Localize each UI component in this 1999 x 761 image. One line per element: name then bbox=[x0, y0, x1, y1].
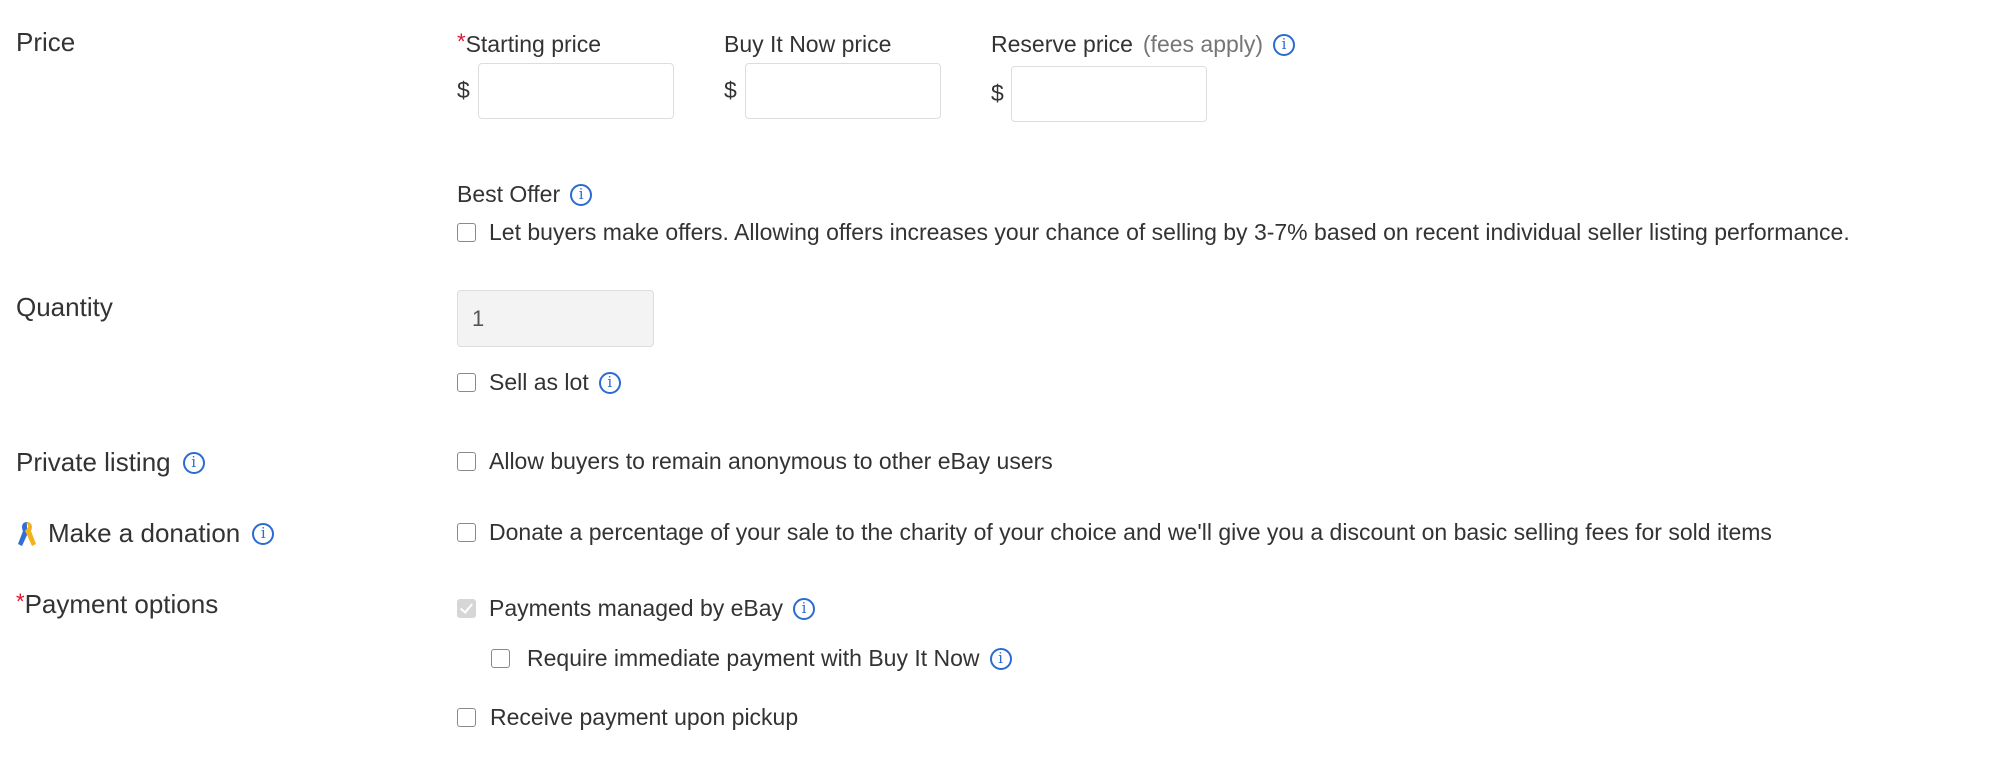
best-offer-label-text: Best Offer bbox=[457, 181, 561, 207]
info-icon[interactable]: i bbox=[182, 451, 205, 474]
info-icon[interactable]: i bbox=[989, 647, 1012, 670]
info-icon[interactable]: i bbox=[1273, 33, 1296, 56]
donation-row[interactable]: Donate a percentage of your sale to the … bbox=[457, 519, 1772, 546]
private-listing-label-text: Private listing bbox=[16, 447, 171, 477]
donation-label-text: Make a donation bbox=[48, 518, 241, 548]
best-offer-checkbox-label: Let buyers make offers. Allowing offers … bbox=[489, 219, 1850, 245]
best-offer-label: Best Offer i bbox=[457, 181, 593, 208]
starting-price-currency: $ bbox=[457, 77, 470, 103]
private-listing-row[interactable]: Allow buyers to remain anonymous to othe… bbox=[457, 448, 1053, 475]
quantity-input[interactable] bbox=[457, 290, 654, 347]
receive-payment-pickup-row[interactable]: Receive payment upon pickup bbox=[457, 704, 798, 731]
best-offer-checkbox-row[interactable]: Let buyers make offers. Allowing offers … bbox=[457, 219, 1850, 246]
required-marker: * bbox=[457, 28, 466, 54]
sell-as-lot-row[interactable]: Sell as lot i bbox=[457, 369, 621, 396]
fees-apply-note: (fees apply) bbox=[1142, 31, 1264, 57]
donation-section-label: Make a donation i bbox=[16, 518, 275, 549]
reserve-price-input[interactable] bbox=[1011, 66, 1207, 122]
payments-managed-checkbox bbox=[457, 599, 476, 618]
starting-price-input[interactable] bbox=[478, 63, 674, 119]
buy-it-now-price-label-text: Buy It Now price bbox=[724, 31, 892, 57]
sell-as-lot-checkbox[interactable] bbox=[457, 373, 476, 392]
starting-price-label-text: Starting price bbox=[465, 31, 602, 57]
info-icon[interactable]: i bbox=[252, 522, 275, 545]
require-immediate-payment-row[interactable]: Require immediate payment with Buy It No… bbox=[491, 645, 1012, 672]
info-icon[interactable]: i bbox=[570, 183, 593, 206]
quantity-section-label: Quantity bbox=[16, 292, 113, 323]
buy-it-now-currency: $ bbox=[724, 77, 737, 103]
charity-ribbon-icon bbox=[18, 521, 36, 546]
payments-managed-label: Payments managed by eBay bbox=[489, 595, 784, 621]
reserve-price-label-text: Reserve price bbox=[991, 31, 1133, 57]
starting-price-label: * Starting price bbox=[457, 28, 602, 58]
receive-payment-pickup-label: Receive payment upon pickup bbox=[490, 704, 799, 730]
buy-it-now-price-label: Buy It Now price bbox=[724, 31, 891, 58]
payment-options-section-label: * Payment options bbox=[16, 589, 218, 620]
donation-checkbox-label: Donate a percentage of your sale to the … bbox=[489, 519, 1772, 545]
price-section-label: Price bbox=[16, 27, 75, 58]
price-label-text: Price bbox=[16, 27, 76, 57]
reserve-price-currency: $ bbox=[991, 80, 1004, 106]
info-icon[interactable]: i bbox=[598, 371, 621, 394]
private-listing-section-label: Private listing i bbox=[16, 447, 205, 478]
reserve-price-label: Reserve price (fees apply) i bbox=[991, 31, 1296, 58]
quantity-label-text: Quantity bbox=[16, 292, 113, 322]
buy-it-now-price-input[interactable] bbox=[745, 63, 941, 119]
payments-managed-row: Payments managed by eBay i bbox=[457, 595, 816, 622]
receive-payment-pickup-checkbox[interactable] bbox=[457, 708, 476, 727]
private-listing-checkbox[interactable] bbox=[457, 452, 476, 471]
private-listing-checkbox-label: Allow buyers to remain anonymous to othe… bbox=[489, 448, 1053, 474]
info-icon[interactable]: i bbox=[793, 597, 816, 620]
best-offer-checkbox[interactable] bbox=[457, 223, 476, 242]
sell-as-lot-label: Sell as lot bbox=[489, 369, 589, 395]
require-immediate-payment-checkbox[interactable] bbox=[491, 649, 510, 668]
payment-options-label-text: Payment options bbox=[24, 589, 219, 619]
require-immediate-payment-label: Require immediate payment with Buy It No… bbox=[527, 645, 980, 671]
required-marker: * bbox=[16, 588, 25, 614]
donation-checkbox[interactable] bbox=[457, 523, 476, 542]
